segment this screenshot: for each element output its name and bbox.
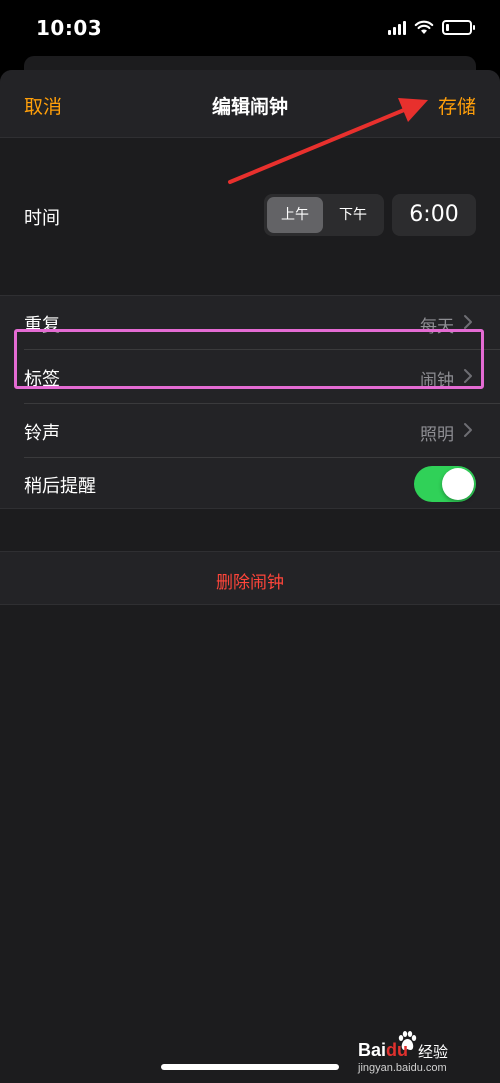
watermark-url: jingyan.baidu.com [358, 1062, 447, 1074]
snooze-label: 稍后提醒 [24, 476, 96, 497]
delete-alarm-label: 删除闹钟 [216, 573, 284, 593]
sound-row[interactable]: 铃声 照明 [0, 404, 500, 457]
chevron-right-icon [464, 315, 472, 329]
save-button[interactable]: 存储 [438, 92, 476, 119]
status-time: 10:03 [36, 16, 103, 40]
am-option[interactable]: 上午 [267, 197, 323, 233]
battery-icon [442, 20, 475, 35]
watermark-brand: Baidu [358, 1040, 409, 1060]
battery-level [446, 24, 449, 31]
status-bar: 10:03 [0, 0, 500, 60]
watermark-text: 经验 [418, 1043, 449, 1061]
page-title: 编辑闹钟 [211, 96, 288, 118]
wifi-icon [414, 20, 434, 34]
nav-bar: 取消 编辑闹钟 存储 [0, 70, 500, 138]
chevron-right-icon [464, 423, 472, 437]
edit-alarm-sheet: 取消 编辑闹钟 存储 时间 上午 下午 6:00 重复 每天 标签 闹钟 铃声 … [0, 70, 500, 1083]
am-pm-segmented-control: 上午 下午 [264, 194, 384, 236]
home-indicator [161, 1064, 339, 1070]
sound-label: 铃声 [24, 423, 60, 444]
snooze-row: 稍后提醒 [0, 457, 500, 510]
toggle-knob[interactable] [442, 468, 474, 500]
pm-option[interactable]: 下午 [325, 197, 381, 233]
snooze-toggle[interactable] [414, 466, 476, 502]
status-icons [388, 20, 475, 35]
sound-value: 照明 [420, 425, 454, 445]
delete-alarm-button[interactable]: 删除闹钟 [0, 551, 500, 605]
time-row: 时间 上午 下午 6:00 [0, 188, 500, 246]
time-label: 时间 [24, 208, 60, 229]
baidu-watermark: Baidu 经验 jingyan.baidu.com [358, 1030, 476, 1074]
time-picker[interactable]: 6:00 [392, 194, 476, 236]
settings-group: 重复 每天 标签 闹钟 铃声 照明 稍后提醒 [0, 295, 500, 509]
cellular-signal-icon [388, 20, 406, 35]
highlight-annotation [14, 329, 484, 389]
